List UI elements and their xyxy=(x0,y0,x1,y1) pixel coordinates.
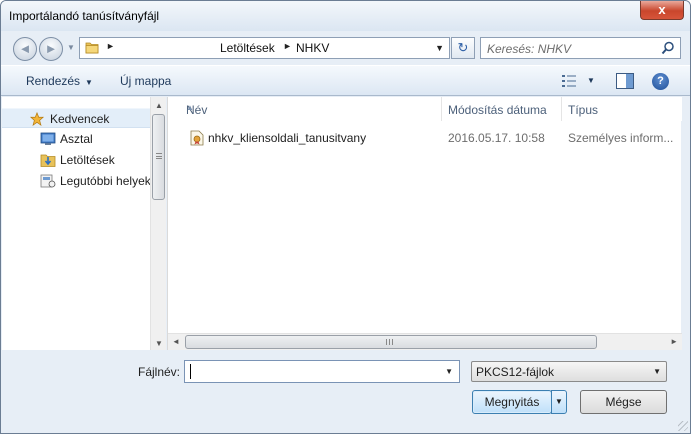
refresh-icon: ↻ xyxy=(457,40,469,55)
back-arrow-icon: ◄ xyxy=(18,41,32,56)
file-row[interactable]: nhkv_kliensoldali_tanusitvany 2016.05.17… xyxy=(186,128,676,148)
forward-button[interactable]: ► xyxy=(39,37,63,61)
scrollbar-thumb[interactable] xyxy=(185,335,597,349)
new-folder-button[interactable]: Új mappa xyxy=(120,74,171,88)
grip-icon xyxy=(156,153,162,159)
column-header-label: Típus xyxy=(568,103,599,117)
navigation-pane: Kedvencek Asztal Letöltések Legutóbbi he… xyxy=(2,97,166,350)
file-type-select[interactable]: PKCS12-fájlok ▼ xyxy=(471,361,667,382)
views-dropdown[interactable]: ▼ xyxy=(587,76,595,85)
window-title: Importálandó tanúsítványfájl xyxy=(9,9,160,23)
open-button[interactable]: Megnyitás xyxy=(472,390,552,414)
navpane-scrollbar[interactable]: ▲ ▼ xyxy=(150,97,166,350)
sort-ascending-icon: ▲ xyxy=(186,103,194,112)
sidebar-item-favorites[interactable]: Kedvencek xyxy=(2,108,150,128)
filelist-horizontal-scrollbar[interactable]: ◄ ► xyxy=(168,333,682,350)
recent-places-icon xyxy=(40,174,56,188)
filename-input[interactable] xyxy=(189,364,434,379)
column-header-date[interactable]: Módosítás dátuma xyxy=(442,97,562,121)
back-button[interactable]: ◄ xyxy=(13,37,37,61)
file-type-value: PKCS12-fájlok xyxy=(476,365,555,379)
desktop-icon xyxy=(40,132,56,145)
chevron-down-icon: ▼ xyxy=(85,78,93,87)
title-bar: Importálandó tanúsítványfájl x xyxy=(1,1,690,31)
organize-menu[interactable]: Rendezés ▼ xyxy=(26,74,93,88)
help-icon[interactable]: ? xyxy=(652,73,669,90)
scroll-left-arrow-icon[interactable]: ◄ xyxy=(172,337,180,346)
column-header-type[interactable]: Típus xyxy=(562,97,682,121)
scrollbar-thumb[interactable] xyxy=(152,114,165,200)
forward-arrow-icon: ► xyxy=(44,41,58,56)
address-bar[interactable]: ► Letöltések ► NHKV ▼ xyxy=(79,37,450,59)
scroll-down-arrow-icon[interactable]: ▼ xyxy=(155,339,163,348)
close-icon: x xyxy=(658,2,666,17)
file-type: Személyes inform... xyxy=(568,131,674,145)
breadcrumb-separator[interactable]: ► xyxy=(106,41,115,51)
star-icon xyxy=(29,112,45,126)
help-glyph: ? xyxy=(657,75,664,87)
text-caret xyxy=(190,364,191,379)
column-header-label: Módosítás dátuma xyxy=(448,103,547,117)
sidebar-item-downloads[interactable]: Letöltések xyxy=(2,150,150,170)
open-options-dropdown[interactable]: ▼ xyxy=(551,390,567,414)
search-box[interactable] xyxy=(480,37,681,59)
organize-label: Rendezés xyxy=(26,74,81,88)
sidebar-item-label: Kedvencek xyxy=(50,112,110,126)
preview-pane-icon[interactable] xyxy=(616,73,634,89)
breadcrumb-item-downloads[interactable]: Letöltések xyxy=(220,41,275,55)
search-icon[interactable] xyxy=(661,41,675,55)
sidebar-item-label: Asztal xyxy=(60,132,93,146)
chevron-down-icon: ▼ xyxy=(653,367,661,376)
refresh-button[interactable]: ↻ xyxy=(451,37,475,59)
filename-label: Fájlnév: xyxy=(138,365,181,379)
cancel-button[interactable]: Mégse xyxy=(580,390,667,414)
close-button[interactable]: x xyxy=(640,1,684,20)
search-input[interactable] xyxy=(487,41,657,56)
address-history-dropdown[interactable]: ▼ xyxy=(435,43,444,53)
scroll-right-arrow-icon[interactable]: ► xyxy=(670,337,678,346)
folder-icon xyxy=(85,42,99,54)
filename-combobox[interactable]: ▼ xyxy=(184,360,460,383)
scroll-up-arrow-icon[interactable]: ▲ xyxy=(155,101,163,110)
sidebar-item-label: Legutóbbi helyek xyxy=(60,174,151,188)
chevron-down-icon[interactable]: ▼ xyxy=(445,367,453,376)
certificate-file-icon xyxy=(190,130,204,146)
file-date: 2016.05.17. 10:58 xyxy=(448,131,545,145)
sidebar-item-desktop[interactable]: Asztal xyxy=(2,129,150,149)
views-icon[interactable] xyxy=(561,74,577,88)
sidebar-item-label: Letöltések xyxy=(60,153,115,167)
breadcrumb-item-nhkv[interactable]: NHKV xyxy=(296,41,329,55)
downloads-folder-icon xyxy=(40,154,56,167)
command-bar: Rendezés ▼ Új mappa ▼ ? xyxy=(1,65,690,96)
column-header-name[interactable]: Név ▲ xyxy=(180,97,442,121)
recent-pages-dropdown[interactable]: ▼ xyxy=(67,43,75,52)
file-name: nhkv_kliensoldali_tanusitvany xyxy=(208,131,367,145)
resize-grip-icon[interactable] xyxy=(678,421,688,431)
grip-icon xyxy=(386,339,393,345)
file-list: Név ▲ Módosítás dátuma Típus nhkv_kliens… xyxy=(167,97,682,350)
open-file-dialog: Importálandó tanúsítványfájl x ◄ ► ▼ ► L… xyxy=(0,0,691,434)
sidebar-item-recent-places[interactable]: Legutóbbi helyek xyxy=(2,171,151,191)
breadcrumb-separator[interactable]: ► xyxy=(283,41,292,51)
